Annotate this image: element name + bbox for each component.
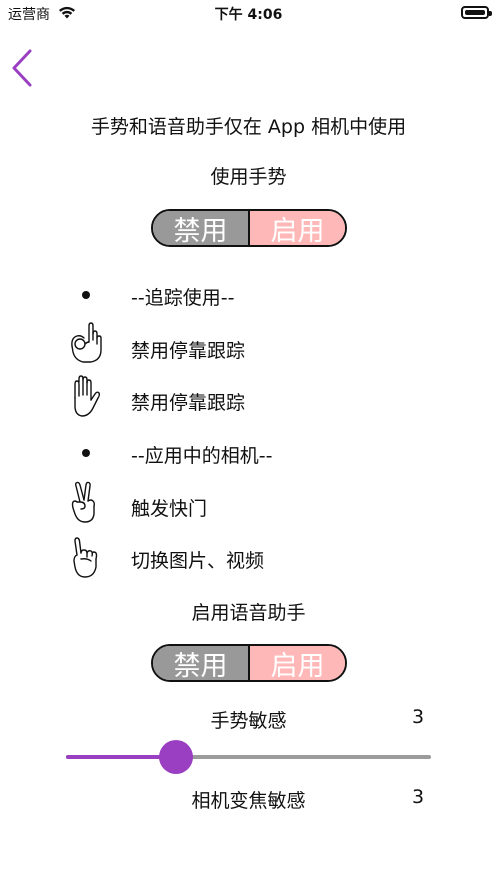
slider-thumb[interactable] [158,740,193,774]
info-text: 手势和语音助手仅在 App 相机中使用 [90,116,407,138]
voice-disable-option[interactable]: 禁用 [153,646,250,680]
battery-icon [461,6,492,19]
back-chevron-icon[interactable] [8,48,38,88]
gesture-sensitivity-value: 3 [412,706,425,728]
status-time: 下午 4:06 [214,7,283,23]
list-item-label: 禁用停靠跟踪 [131,392,246,414]
open-palm-icon [74,375,101,417]
section-tracking-label: --追踪使用-- [131,287,235,309]
pinky-thumb-hand-icon [73,537,98,578]
voice-enable-option[interactable]: 启用 [250,646,345,680]
voice-assistant-title: 启用语音助手 [191,602,306,624]
bullet [82,291,90,299]
gesture-disable-option[interactable]: 禁用 [153,211,250,245]
gesture-toggle[interactable]: 禁用 启用 [151,209,347,247]
gesture-enable-option[interactable]: 启用 [250,211,345,245]
list-item-label: 切换图片、视频 [131,550,265,572]
victory-hand-icon [71,481,96,523]
section-camera-label: --应用中的相机-- [131,445,273,467]
camera-zoom-sensitivity-value: 3 [412,786,425,808]
bullet [82,449,90,457]
gesture-sensitivity-slider[interactable] [66,755,431,759]
gesture-title: 使用手势 [210,166,287,188]
status-bar: 运营商 下午 4:06 [0,0,497,26]
ok-hand-icon [71,322,102,363]
list-item-label: 触发快门 [131,498,208,520]
list-item-label: 禁用停靠跟踪 [131,340,246,362]
voice-toggle[interactable]: 禁用 启用 [151,644,347,682]
